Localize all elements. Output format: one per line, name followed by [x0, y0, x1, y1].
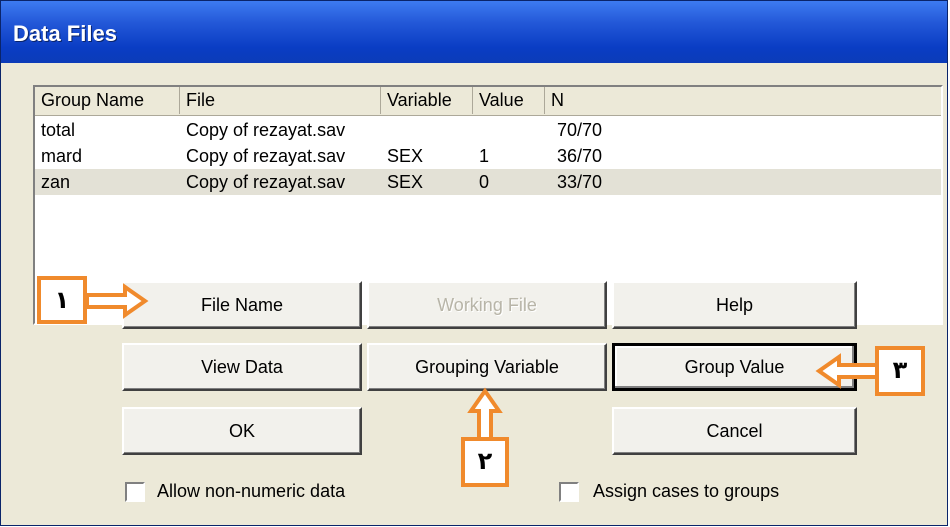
file-name-button[interactable]: File Name [122, 281, 362, 329]
title-bar[interactable]: Data Files [1, 1, 947, 63]
table-row[interactable]: total Copy of rezayat.sav 70/70 [35, 117, 941, 143]
column-header-value[interactable]: Value [473, 87, 545, 114]
cell-n: 33/70 [557, 172, 603, 192]
cell-variable: SEX [387, 172, 424, 192]
arrow-right-icon [85, 283, 149, 319]
cell-group-name: zan [41, 172, 71, 192]
cell-group-name: total [41, 120, 76, 140]
help-button[interactable]: Help [612, 281, 857, 329]
window-title: Data Files [13, 21, 117, 46]
cell-file: Copy of rezayat.sav [186, 146, 346, 166]
cell-n: 70/70 [557, 120, 603, 140]
data-files-dialog: Data Files Group Name File Variable Valu… [0, 0, 948, 526]
column-header-n[interactable]: N [545, 87, 941, 114]
assign-cases-checkbox[interactable] [559, 482, 579, 502]
cell-file: Copy of rezayat.sav [186, 120, 346, 140]
callout-two-box: ٢ [461, 437, 509, 487]
table-row[interactable]: mard Copy of rezayat.sav SEX 1 36/70 [35, 143, 941, 169]
list-header: Group Name File Variable Value N [35, 87, 941, 116]
cell-value: 0 [479, 172, 490, 192]
grouping-variable-button[interactable]: Grouping Variable [367, 343, 607, 391]
callout-three-box: ٣ [875, 346, 925, 396]
allow-non-numeric-checkbox[interactable] [125, 482, 145, 502]
cell-value: 1 [479, 146, 490, 166]
cell-n: 36/70 [557, 146, 603, 166]
cell-file: Copy of rezayat.sav [186, 172, 346, 192]
callout-one-box: ١ [37, 276, 87, 324]
cell-group-name: mard [41, 146, 83, 166]
column-header-variable[interactable]: Variable [381, 87, 473, 114]
ok-button[interactable]: OK [122, 407, 362, 455]
column-header-group-name[interactable]: Group Name [35, 87, 180, 114]
assign-cases-label: Assign cases to groups [593, 481, 780, 501]
working-file-button[interactable]: Working File [367, 281, 607, 329]
table-row-selected[interactable]: zan Copy of rezayat.sav SEX 0 33/70 [35, 169, 941, 195]
cell-variable: SEX [387, 146, 424, 166]
arrow-up-icon [467, 387, 503, 441]
arrow-left-icon [815, 353, 879, 389]
column-header-file[interactable]: File [180, 87, 381, 114]
allow-non-numeric-label: Allow non-numeric data [157, 481, 346, 501]
cancel-button[interactable]: Cancel [612, 407, 857, 455]
view-data-button[interactable]: View Data [122, 343, 362, 391]
